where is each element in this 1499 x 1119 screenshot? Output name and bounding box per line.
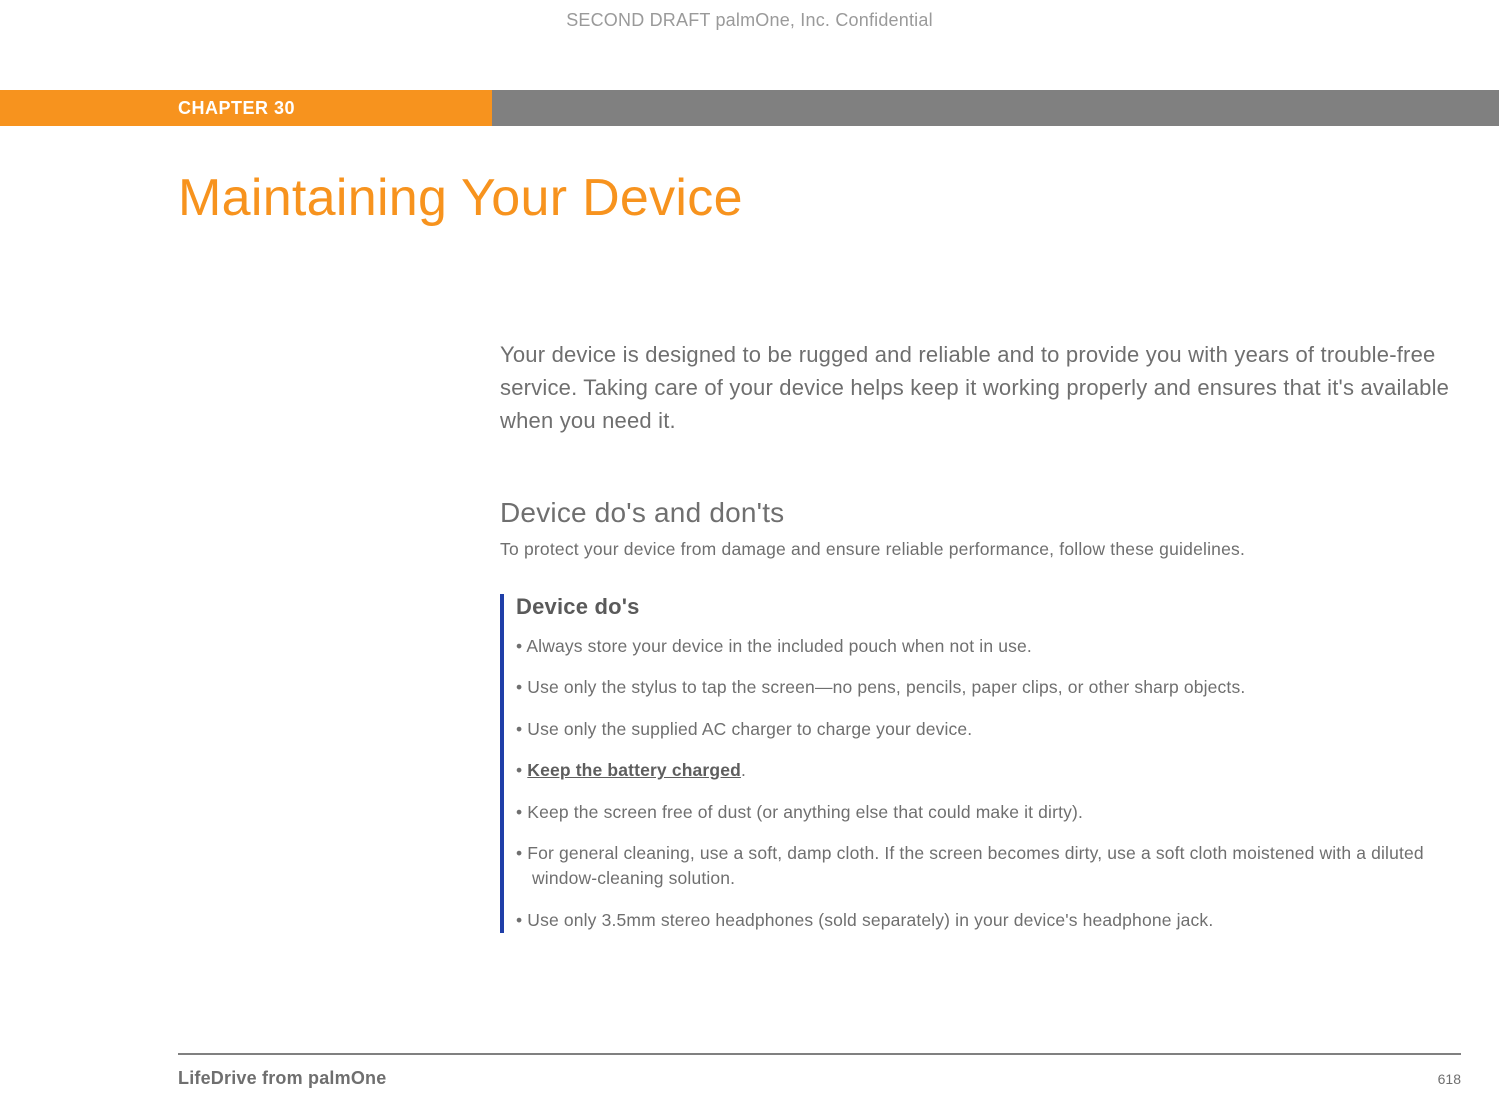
list-item-link: Keep the battery charged. (516, 758, 1461, 783)
list-item: Use only the supplied AC charger to char… (516, 717, 1461, 742)
list-item: Keep the screen free of dust (or anythin… (516, 800, 1461, 825)
chapter-label: CHAPTER 30 (178, 98, 295, 119)
confidential-header: SECOND DRAFT palmOne, Inc. Confidential (0, 10, 1499, 31)
section-heading: Device do's and don'ts (500, 497, 1461, 529)
battery-link[interactable]: Keep the battery charged (527, 760, 741, 780)
footer-rule (178, 1053, 1461, 1055)
section-subtext: To protect your device from damage and e… (500, 539, 1461, 560)
list-item: For general cleaning, use a soft, damp c… (516, 841, 1461, 892)
chapter-bar-gray (492, 90, 1499, 126)
intro-paragraph: Your device is designed to be rugged and… (500, 338, 1461, 437)
list-item: Always store your device in the included… (516, 634, 1461, 659)
list-item: Use only 3.5mm stereo headphones (sold s… (516, 908, 1461, 933)
chapter-bar-orange: CHAPTER 30 (0, 90, 492, 126)
dos-heading: Device do's (516, 594, 1461, 620)
battery-link-trailing: . (741, 760, 746, 780)
chapter-bar: CHAPTER 30 (0, 90, 1499, 126)
dos-block: Device do's Always store your device in … (500, 594, 1461, 933)
page-title: Maintaining Your Device (178, 168, 743, 228)
footer-product: LifeDrive from palmOne (178, 1068, 386, 1089)
document-page: SECOND DRAFT palmOne, Inc. Confidential … (0, 0, 1499, 1119)
dos-list: Always store your device in the included… (516, 634, 1461, 933)
list-item: Use only the stylus to tap the screen—no… (516, 675, 1461, 700)
page-number: 618 (1438, 1071, 1461, 1087)
footer: LifeDrive from palmOne 618 (178, 1068, 1461, 1089)
content-column: Your device is designed to be rugged and… (500, 338, 1461, 949)
